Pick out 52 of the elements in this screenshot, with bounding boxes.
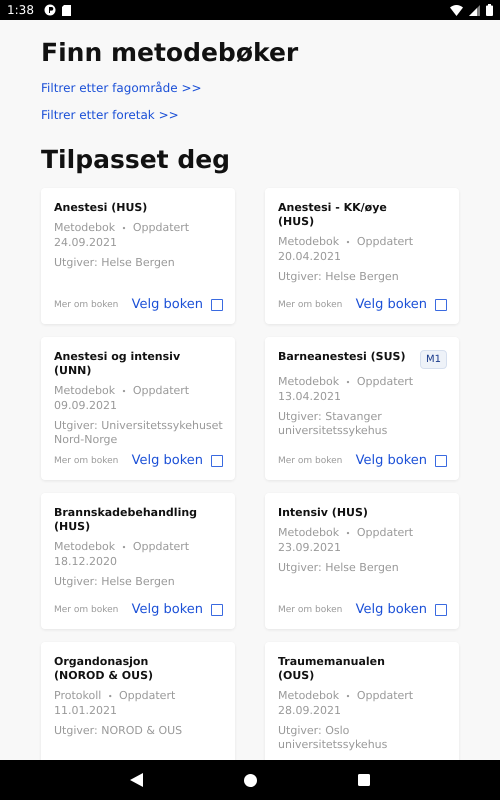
- book-badge: M1: [420, 350, 447, 369]
- book-publisher: Utgiver: Helse Bergen: [54, 575, 176, 589]
- book-title: Organdonasjon (NOROD & OUS): [54, 655, 154, 683]
- book-publisher: Utgiver: Stavanger universitetssykehus: [278, 410, 388, 438]
- filter-link[interactable]: Filtrer etter foretak >>: [41, 108, 179, 122]
- book-card[interactable]: Anestesi og intensiv (UNN) Metodebok • Oppdatert 09.09.2021 Utgiver: Universitetssykehuset Nord-Norge Mer om boken Velg boken: [41, 337, 235, 480]
- book-meta: Metodebok • Oppdatert 20.04.2021: [278, 235, 414, 264]
- back-icon[interactable]: [130, 773, 144, 787]
- book-card[interactable]: Intensiv (HUS) Metodebok • Oppdatert 23.09.2021 Utgiver: Helse Bergen Mer om boken Velg boken: [265, 493, 459, 629]
- book-publisher: Utgiver: Oslo universitetssykehus: [278, 724, 388, 752]
- book-card[interactable]: Anestesi (HUS) Metodebok • Oppdatert 24.09.2021 Utgiver: Helse Bergen Mer om boken Velg boken: [41, 188, 235, 324]
- battery-icon: [486, 4, 493, 16]
- select-checkbox[interactable]: Velg boken: [356, 453, 447, 468]
- filter-link[interactable]: Filtrer etter fagområde >>: [41, 81, 202, 95]
- select-checkbox[interactable]: Velg boken: [132, 602, 223, 617]
- book-publisher: Utgiver: Helse Bergen: [278, 270, 400, 284]
- book-card[interactable]: Organdonasjon (NOROD & OUS) Protokoll • Oppdatert 11.01.2021 Utgiver: NOROD & OUS: [41, 642, 235, 760]
- book-title: Barneanestesi (SUS): [278, 350, 406, 364]
- book-publisher: Utgiver: Helse Bergen: [278, 561, 400, 575]
- page-title: Finn metodebøker: [41, 38, 298, 67]
- select-checkbox[interactable]: Velg boken: [356, 297, 447, 312]
- book-card[interactable]: Anestesi - KK/øye (HUS) Metodebok • Oppdatert 20.04.2021 Utgiver: Helse Bergen Mer om boken Velg boken: [265, 188, 459, 324]
- signal-icon: [469, 4, 480, 16]
- book-meta: Protokoll • Oppdatert 11.01.2021: [54, 689, 176, 718]
- book-meta: Metodebok • Oppdatert 24.09.2021: [54, 221, 190, 250]
- book-title: Intensiv (HUS): [278, 506, 368, 520]
- section-title: Tilpasset deg: [41, 145, 230, 174]
- book-card[interactable]: Traumemanualen (OUS) Metodebok • Oppdatert 28.09.2021 Utgiver: Oslo universitetssykehus: [265, 642, 459, 760]
- book-meta: Metodebok • Oppdatert 28.09.2021: [278, 689, 414, 718]
- book-title: Anestesi (HUS): [54, 201, 148, 215]
- book-card[interactable]: Brannskadebehandling (HUS) Metodebok • Oppdatert 18.12.2020 Utgiver: Helse Bergen Mer om boken Velg boken: [41, 493, 235, 629]
- notification-icon: [44, 4, 56, 16]
- recents-icon[interactable]: [358, 774, 370, 786]
- book-title: Traumemanualen (OUS): [278, 655, 386, 683]
- select-checkbox[interactable]: Velg boken: [356, 602, 447, 617]
- book-meta: Metodebok • Oppdatert 09.09.2021: [54, 384, 190, 413]
- book-meta: Metodebok • Oppdatert 23.09.2021: [278, 526, 414, 555]
- book-meta: Metodebok • Oppdatert 13.04.2021: [278, 375, 414, 404]
- wifi-icon: [450, 4, 463, 16]
- book-card[interactable]: Barneanestesi (SUS) M1 Metodebok • Oppdatert 13.04.2021 Utgiver: Stavanger universitetssykehus Mer om boken Velg boken: [265, 337, 459, 480]
- book-title: Anestesi og intensiv (UNN): [54, 350, 182, 378]
- book-publisher: Utgiver: NOROD & OUS: [54, 724, 184, 738]
- sd-card-icon: [62, 4, 71, 16]
- book-publisher: Utgiver: Universitetssykehuset Nord-Norge: [54, 419, 223, 447]
- select-checkbox[interactable]: Velg boken: [132, 297, 223, 312]
- book-title: Brannskadebehandling (HUS): [54, 506, 194, 534]
- home-icon[interactable]: [244, 774, 257, 786]
- select-checkbox[interactable]: Velg boken: [132, 453, 223, 468]
- clock-time: 1:38: [7, 3, 34, 17]
- book-meta: Metodebok • Oppdatert 18.12.2020: [54, 540, 190, 569]
- book-publisher: Utgiver: Helse Bergen: [54, 256, 176, 270]
- book-title: Anestesi - KK/øye (HUS): [278, 201, 388, 229]
